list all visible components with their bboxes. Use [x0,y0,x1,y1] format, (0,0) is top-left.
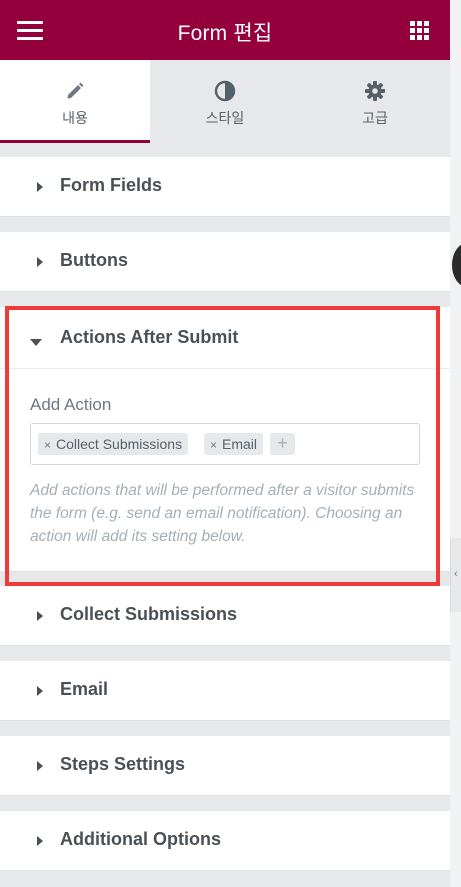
gear-icon [364,80,386,102]
section-buttons: Buttons [0,232,450,292]
section-form-fields-header[interactable]: Form Fields [0,157,450,215]
panel-collapse-handle[interactable]: ‹ [450,538,461,612]
preview-area-edge [450,0,461,887]
section-title: Collect Submissions [60,604,238,624]
caret-right-icon [37,611,43,621]
add-action-select[interactable]: × Collect Submissions × Email + [30,423,420,465]
section-divider [0,368,450,369]
pencil-icon [64,80,86,102]
section-title: Buttons [60,250,128,270]
add-action-plus-button[interactable]: + [270,433,295,455]
tab-content-label: 내용 [62,110,88,126]
chip-label: Email [222,436,258,452]
section-actions-after-submit: Actions After Submit Add Action × Collect… [0,307,450,572]
section-collect-submissions-header[interactable]: Collect Submissions [0,586,450,644]
section-title: Additional Options [60,829,221,849]
tab-advanced-label: 고급 [362,110,388,126]
action-chip-collect-submissions: × Collect Submissions [38,433,189,455]
apps-grid-icon[interactable] [410,21,429,40]
section-title: Email [60,679,109,699]
chip-label: Collect Submissions [56,436,183,452]
panel-header: Form 편집 [0,0,450,60]
add-action-label: Add Action [30,395,112,414]
caret-right-icon [37,686,43,696]
section-title: Actions After Submit [60,327,239,347]
caret-right-icon [37,257,43,267]
caret-right-icon [37,182,43,192]
half-circle-contrast-icon [214,80,236,102]
section-title: Form Fields [60,175,163,195]
tab-content[interactable]: 내용 [0,60,150,143]
tab-style[interactable]: 스타일 [150,60,300,143]
panel-tabs: 내용 스타일 고급 [0,60,450,143]
section-collect-submissions: Collect Submissions [0,586,450,646]
section-additional-options: Additional Options [0,811,450,871]
caret-down-icon [30,339,42,346]
add-action-help-text: Add actions that will be performed after… [30,482,415,545]
chevron-left-icon: ‹ [454,568,458,580]
section-form-fields: Form Fields [0,157,450,217]
section-email-header[interactable]: Email [0,661,450,719]
caret-right-icon [37,761,43,771]
caret-right-icon [37,836,43,846]
section-buttons-header[interactable]: Buttons [0,232,450,290]
section-additional-options-header[interactable]: Additional Options [0,811,450,869]
section-email: Email [0,661,450,721]
action-chip-email: × Email [204,433,264,455]
section-steps-settings: Steps Settings [0,736,450,796]
editor-panel: Form 편집 내용 스타일 고급 Form Fields Buttons Ac… [0,0,450,887]
remove-chip-icon[interactable]: × [44,438,51,452]
tab-style-label: 스타일 [205,110,245,126]
remove-chip-icon[interactable]: × [210,438,217,452]
tab-advanced[interactable]: 고급 [300,60,450,143]
section-steps-settings-header[interactable]: Steps Settings [0,736,450,794]
section-actions-after-submit-header[interactable]: Actions After Submit [0,307,450,367]
panel-title: Form 편집 [177,22,273,45]
section-title: Steps Settings [60,754,186,774]
